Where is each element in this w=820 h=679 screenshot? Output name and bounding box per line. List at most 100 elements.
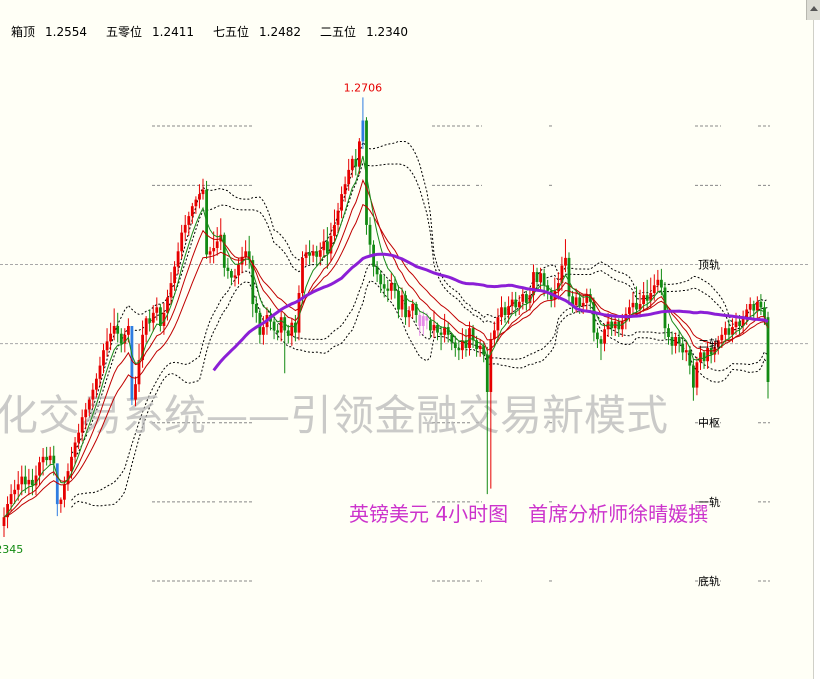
candle-body[interactable] [397,290,400,310]
candle-body[interactable] [198,194,201,200]
candle-body[interactable] [521,294,525,302]
candle-body[interactable] [368,224,372,245]
candle-body[interactable] [230,271,233,278]
candle-body[interactable] [656,279,660,286]
candle-body[interactable] [59,499,63,504]
candle-body[interactable] [667,328,670,337]
candle-body[interactable] [27,479,31,485]
candle-body[interactable] [635,302,638,310]
candle-body[interactable] [535,272,539,282]
candle-body[interactable] [77,432,80,443]
candle-body[interactable] [226,267,230,271]
candle-body[interactable] [13,489,17,495]
price-chart[interactable]: 化交易系统——引领金融交易新模式 1.27061.2345顶轨二轨中枢一轨底轨 … [0,0,820,679]
candle-body[interactable] [144,318,148,335]
candle-body[interactable] [173,266,176,284]
candle-body[interactable] [539,273,542,282]
candle-body[interactable] [112,326,116,334]
candle-body[interactable] [155,307,159,313]
candle-body[interactable] [272,321,276,331]
candle-body[interactable] [190,206,194,217]
candle-body[interactable] [699,352,702,363]
candle-body[interactable] [400,295,404,310]
candle-body[interactable] [393,283,397,291]
candle-body[interactable] [745,309,749,318]
candle-body[interactable] [375,266,379,275]
candle-body[interactable] [411,304,415,311]
candle-body[interactable] [599,339,603,344]
candle-body[interactable] [603,329,606,344]
candle-body[interactable] [358,141,361,167]
candle-body[interactable] [386,288,390,291]
candle-body[interactable] [308,252,311,256]
candle-body[interactable] [468,328,471,348]
candle-body[interactable] [336,210,340,225]
candle-body[interactable] [148,318,152,323]
candle-body[interactable] [450,334,454,343]
candle-body[interactable] [439,332,443,335]
candle-body[interactable] [436,324,439,333]
candle-body[interactable] [642,295,645,304]
candle-body[interactable] [507,306,510,315]
candle-body[interactable] [628,307,631,314]
candle-body[interactable] [73,442,77,457]
candle-body[interactable] [304,252,308,258]
candle-body[interactable] [109,333,112,342]
candle-body[interactable] [84,409,88,418]
candle-body[interactable] [663,287,667,329]
candle-body[interactable] [169,283,173,298]
candle-body[interactable] [322,241,326,251]
candle-body[interactable] [596,332,599,340]
candle-body[interactable] [151,312,155,323]
candle-body[interactable] [95,378,98,390]
candle-body[interactable] [702,352,706,362]
candle-body[interactable] [574,297,578,306]
candle-body[interactable] [645,295,649,301]
candle-body[interactable] [354,158,358,167]
candle-body[interactable] [578,297,582,307]
candle-body[interactable] [652,285,656,293]
candle-body[interactable] [407,310,411,318]
candle-body[interactable] [176,251,180,267]
candle-body[interactable] [87,399,91,410]
candle-body[interactable] [724,328,727,335]
candle-body[interactable] [752,304,756,311]
candle-body[interactable] [279,317,283,333]
candle-body[interactable] [311,251,315,256]
candle-body[interactable] [681,343,685,353]
candle-body[interactable] [692,365,695,388]
candle-body[interactable] [208,251,212,255]
candle-body[interactable] [45,456,49,461]
candle-body[interactable] [453,342,457,349]
candle-body[interactable] [514,299,518,308]
candle-body[interactable] [471,328,475,341]
scroll-up-button[interactable] [806,0,820,20]
candle-body[interactable] [326,241,329,254]
candle-body[interactable] [212,248,216,252]
candle-body[interactable] [631,302,635,308]
candle-body[interactable] [382,284,386,289]
candle-body[interactable] [127,326,130,335]
candle-body[interactable] [262,327,265,335]
right-scrollbar[interactable] [813,20,820,679]
candle-body[interactable] [500,307,503,318]
candle-body[interactable] [457,348,461,351]
candle-body[interactable] [720,334,724,341]
candle-body[interactable] [244,251,248,257]
candle-body[interactable] [41,456,45,463]
candle-body[interactable] [116,326,120,334]
candle-body[interactable] [290,322,294,336]
candle-body[interactable] [343,184,347,195]
candle-body[interactable] [660,279,663,288]
candle-body[interactable] [677,337,681,344]
candle-body[interactable] [496,317,500,331]
candle-body[interactable] [201,189,205,195]
candle-body[interactable] [379,274,383,285]
candle-body[interactable] [16,484,20,490]
candle-body[interactable] [684,350,688,353]
candle-body[interactable] [564,257,567,266]
candle-body[interactable] [38,462,41,476]
candle-body[interactable] [183,224,187,233]
candle-body[interactable] [389,283,393,291]
candle-body[interactable] [70,456,73,472]
